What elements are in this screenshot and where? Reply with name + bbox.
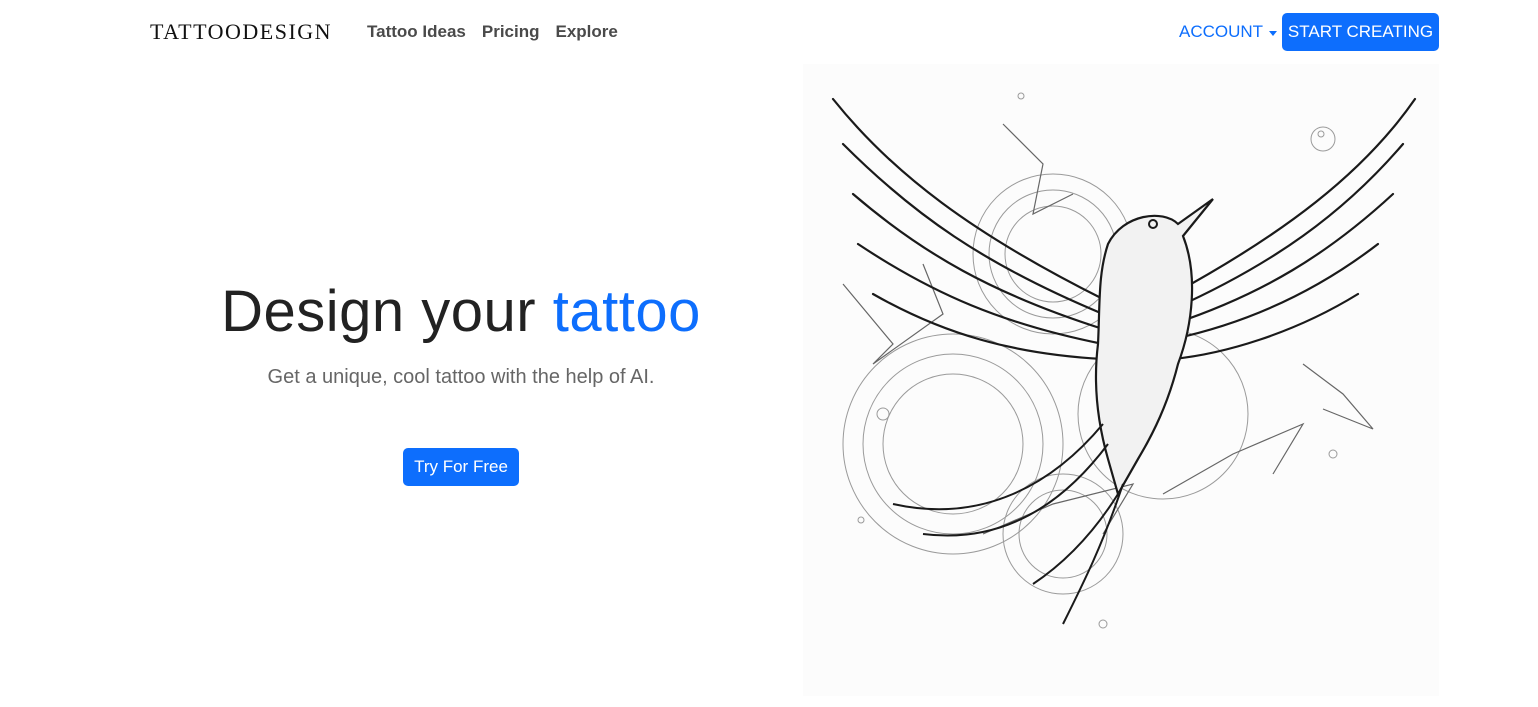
account-label: ACCOUNT bbox=[1179, 22, 1264, 41]
start-creating-button[interactable]: START CREATING bbox=[1282, 13, 1439, 51]
nav-link-pricing[interactable]: Pricing bbox=[482, 22, 540, 42]
brand-logo[interactable]: TATTOODESIGN bbox=[150, 19, 332, 45]
top-navbar: TATTOODESIGN Tattoo Ideas Pricing Explor… bbox=[0, 0, 1538, 64]
try-for-free-button[interactable]: Try For Free bbox=[403, 448, 519, 486]
account-dropdown[interactable]: ACCOUNT bbox=[1179, 22, 1278, 42]
hero-subtitle: Get a unique, cool tattoo with the help … bbox=[267, 365, 655, 388]
nav-link-tattoo-ideas[interactable]: Tattoo Ideas bbox=[367, 22, 466, 42]
nav-links: Tattoo Ideas Pricing Explore bbox=[367, 22, 618, 42]
hero-text: Design your tattoo Get a unique, cool ta… bbox=[160, 280, 762, 486]
headline-accent: tattoo bbox=[552, 279, 701, 344]
bird-tattoo-illustration bbox=[831, 92, 1417, 629]
hero-tattoo-image bbox=[803, 64, 1439, 696]
nav-link-explore[interactable]: Explore bbox=[556, 22, 618, 42]
caret-down-icon bbox=[1269, 30, 1278, 36]
headline-prefix: Design your bbox=[221, 279, 537, 344]
hero-headline: Design your tattoo bbox=[160, 280, 762, 344]
